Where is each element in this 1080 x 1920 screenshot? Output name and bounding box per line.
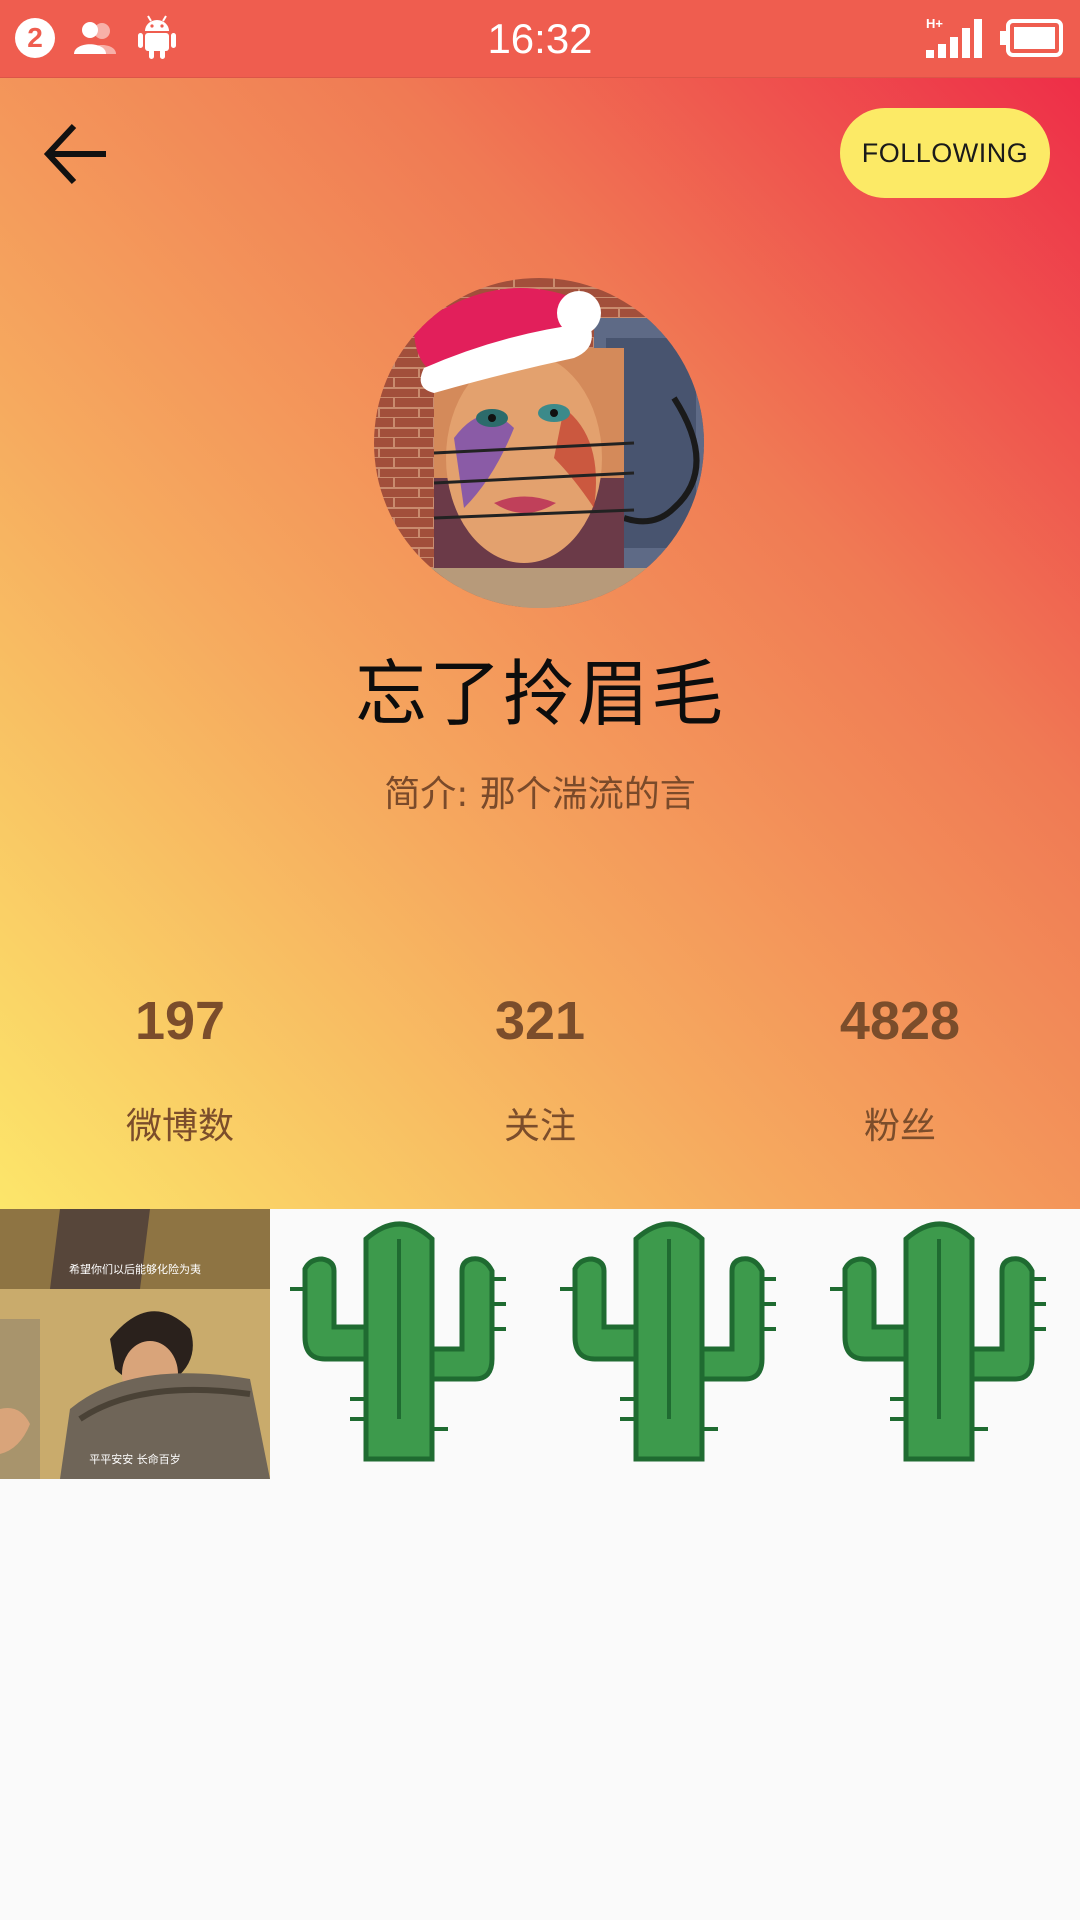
username: 忘了拎眉毛 <box>354 652 725 736</box>
network-type-label: H+ <box>926 16 943 31</box>
post-thumbnail-placeholder[interactable] <box>270 1209 540 1479</box>
stat-followers-label: 粉丝 <box>863 1106 936 1147</box>
stat-posts-value: 197 <box>134 991 226 1051</box>
post-thumbnail-placeholder[interactable] <box>810 1209 1080 1479</box>
profile-intro: 简介: 那个湍流的言 <box>384 774 696 815</box>
stat-following-label: 关注 <box>503 1106 576 1147</box>
status-bar: 2 16:32 H+ <box>0 0 1080 78</box>
empty-content-area <box>0 1479 1080 1920</box>
profile-screen: 2 16:32 H+ FOLLOWING 忘了拎眉毛 简介: 那个湍流的言 19… <box>0 0 1080 1920</box>
photo-caption-bottom: 平平安安 长命百岁 <box>89 1452 181 1466</box>
back-arrow-icon[interactable] <box>40 118 112 190</box>
cactus-icon <box>290 1221 506 1462</box>
avatar[interactable] <box>374 278 704 608</box>
cactus-icon <box>560 1221 776 1462</box>
status-time: 16:32 <box>487 15 593 62</box>
stat-following-value: 321 <box>494 991 586 1051</box>
stat-followers-value: 4828 <box>839 991 961 1051</box>
notification-count: 2 <box>27 22 43 53</box>
post-thumbnail-placeholder[interactable] <box>540 1209 810 1479</box>
stat-followers[interactable]: 4828 粉丝 <box>750 988 1050 1150</box>
stat-following[interactable]: 321 关注 <box>390 988 690 1150</box>
notification-badge-icon: 2 <box>15 18 55 58</box>
following-button[interactable]: FOLLOWING <box>840 108 1050 198</box>
cactus-icon <box>830 1221 1046 1462</box>
battery-icon <box>1000 19 1063 57</box>
post-grid: 希望你们以后能够化险为夷 平平安安 长命百岁 <box>0 1209 1080 1479</box>
stat-posts-label: 微博数 <box>125 1106 234 1147</box>
stat-posts[interactable]: 197 微博数 <box>30 988 330 1150</box>
photo-image: 希望你们以后能够化险为夷 平平安安 长命百岁 <box>0 1209 270 1479</box>
profile-header: FOLLOWING 忘了拎眉毛 简介: 那个湍流的言 197 微博数 321 关… <box>0 78 1080 1209</box>
photo-caption-top: 希望你们以后能够化险为夷 <box>69 1262 201 1276</box>
avatar-image <box>374 278 704 608</box>
android-icon <box>138 15 176 59</box>
signal-icon: H+ <box>926 16 982 58</box>
contacts-icon <box>74 22 116 54</box>
post-thumbnail-photo[interactable]: 希望你们以后能够化险为夷 平平安安 长命百岁 <box>0 1209 270 1479</box>
